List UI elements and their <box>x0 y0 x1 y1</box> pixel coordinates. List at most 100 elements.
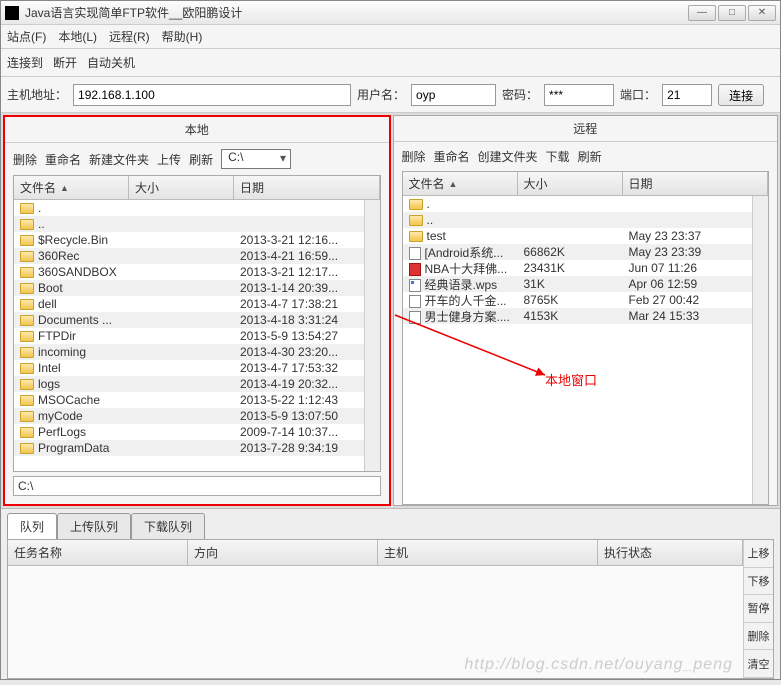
table-row[interactable]: MSOCache2013-5-22 1:12:43 <box>14 392 364 408</box>
remote-scrollbar[interactable] <box>752 196 768 504</box>
folder-icon <box>20 203 34 214</box>
connect-button[interactable]: 连接 <box>718 84 764 106</box>
local-upload[interactable]: 上传 <box>157 151 181 168</box>
table-row[interactable]: Boot2013-1-14 20:39... <box>14 280 364 296</box>
remote-col-date[interactable]: 日期 <box>623 172 769 195</box>
local-refresh[interactable]: 刷新 <box>189 151 213 168</box>
menu-site[interactable]: 站点(F) <box>7 28 46 45</box>
table-row[interactable]: ProgramData2013-7-28 9:34:19 <box>14 440 364 456</box>
menu-help[interactable]: 帮助(H) <box>162 28 203 45</box>
folder-icon <box>20 331 34 342</box>
tab-queue[interactable]: 队列 <box>7 513 57 539</box>
queue-clear[interactable]: 清空 <box>744 650 773 678</box>
annotation-label: 本地窗口 <box>545 370 597 389</box>
port-label: 端口： <box>620 86 656 103</box>
folder-icon <box>20 251 34 262</box>
remote-col-name[interactable]: 文件名▲ <box>403 172 518 195</box>
queue-col-host[interactable]: 主机 <box>378 540 598 565</box>
table-row[interactable]: myCode2013-5-9 13:07:50 <box>14 408 364 424</box>
pass-input[interactable] <box>544 84 614 106</box>
menu-remote[interactable]: 远程(R) <box>109 28 150 45</box>
edit-autopoweroff[interactable]: 自动关机 <box>87 54 135 71</box>
local-rows[interactable]: ...$Recycle.Bin2013-3-21 12:16...360Rec2… <box>14 200 364 471</box>
table-row[interactable]: $Recycle.Bin2013-3-21 12:16... <box>14 232 364 248</box>
local-panel-title: 本地 <box>5 117 389 143</box>
table-row[interactable]: 男士健身方案....4153KMar 24 15:33 <box>403 308 753 324</box>
remote-panel: 远程 删除 重命名 创建文件夹 下载 刷新 文件名▲ 大小 日期 ...test… <box>393 115 779 506</box>
table-row[interactable]: Intel2013-4-7 17:53:32 <box>14 360 364 376</box>
table-row[interactable]: incoming2013-4-30 23:20... <box>14 344 364 360</box>
minimize-button[interactable]: — <box>688 5 716 21</box>
close-button[interactable]: ✕ <box>748 5 776 21</box>
port-input[interactable] <box>662 84 712 106</box>
table-row[interactable]: PerfLogs2009-7-14 10:37... <box>14 424 364 440</box>
table-row[interactable]: 360SANDBOX2013-3-21 12:17... <box>14 264 364 280</box>
folder-icon <box>20 395 34 406</box>
remote-rename[interactable]: 重命名 <box>434 148 470 165</box>
remote-download[interactable]: 下载 <box>546 148 570 165</box>
local-rename[interactable]: 重命名 <box>45 151 81 168</box>
queue-move-down[interactable]: 下移 <box>744 568 773 596</box>
local-scrollbar[interactable] <box>364 200 380 471</box>
tab-download[interactable]: 下载队列 <box>131 513 205 539</box>
folder-icon <box>20 443 34 454</box>
file-icon <box>409 311 421 324</box>
table-row[interactable]: 开车的人千金...8765KFeb 27 00:42 <box>403 292 753 308</box>
local-col-date[interactable]: 日期 <box>234 176 380 199</box>
edit-connect[interactable]: 连接到 <box>7 54 43 71</box>
table-row[interactable]: . <box>403 196 753 212</box>
table-row[interactable]: testMay 23 23:37 <box>403 228 753 244</box>
host-input[interactable] <box>73 84 351 106</box>
table-row[interactable]: .. <box>14 216 364 232</box>
user-input[interactable] <box>411 84 496 106</box>
table-row[interactable]: NBA十大拜佛...23431KJun 07 11:26 <box>403 260 753 276</box>
local-col-size[interactable]: 大小 <box>129 176 234 199</box>
menubar: 站点(F) 本地(L) 远程(R) 帮助(H) <box>1 25 780 49</box>
table-row[interactable]: [Android系统...66862KMay 23 23:39 <box>403 244 753 260</box>
remote-col-size[interactable]: 大小 <box>518 172 623 195</box>
queue-col-status[interactable]: 执行状态 <box>598 540 743 565</box>
folder-icon <box>409 231 423 242</box>
folder-icon <box>20 283 34 294</box>
drive-combo[interactable]: C:\ <box>221 149 291 169</box>
table-row[interactable]: Documents ...2013-4-18 3:31:24 <box>14 312 364 328</box>
local-panel: 本地 删除 重命名 新建文件夹 上传 刷新 C:\ 文件名▲ 大小 日期 ...… <box>3 115 391 506</box>
queue-move-up[interactable]: 上移 <box>744 540 773 568</box>
remote-rows[interactable]: ...testMay 23 23:37[Android系统...66862KMa… <box>403 196 753 504</box>
table-row[interactable]: . <box>14 200 364 216</box>
table-row[interactable]: 经典语录.wps31KApr 06 12:59 <box>403 276 753 292</box>
local-toolbar: 删除 重命名 新建文件夹 上传 刷新 C:\ <box>5 143 389 175</box>
maximize-button[interactable]: □ <box>718 5 746 21</box>
remote-createfolder[interactable]: 创建文件夹 <box>478 148 538 165</box>
local-delete[interactable]: 删除 <box>13 151 37 168</box>
remote-delete[interactable]: 删除 <box>402 148 426 165</box>
titlebar: Java语言实现简单FTP软件__欧阳鹏设计 — □ ✕ <box>1 1 780 25</box>
queue-side-buttons: 上移 下移 暂停 删除 清空 <box>743 540 773 678</box>
queue-pause[interactable]: 暂停 <box>744 595 773 623</box>
queue-col-direction[interactable]: 方向 <box>188 540 378 565</box>
remote-toolbar: 删除 重命名 创建文件夹 下载 刷新 <box>394 142 778 171</box>
queue-delete[interactable]: 删除 <box>744 623 773 651</box>
doc-icon <box>409 279 421 292</box>
folder-icon <box>20 411 34 422</box>
folder-icon <box>409 199 423 210</box>
table-row[interactable]: .. <box>403 212 753 228</box>
folder-icon <box>20 267 34 278</box>
table-row[interactable]: 360Rec2013-4-21 16:59... <box>14 248 364 264</box>
connection-bar: 主机地址： 用户名： 密码： 端口： 连接 <box>1 77 780 113</box>
edit-disconnect[interactable]: 断开 <box>53 54 77 71</box>
table-row[interactable]: FTPDir2013-5-9 13:54:27 <box>14 328 364 344</box>
local-col-name[interactable]: 文件名▲ <box>14 176 129 199</box>
remote-refresh[interactable]: 刷新 <box>578 148 602 165</box>
watermark: http://blog.csdn.net/ouyang_peng <box>464 656 733 674</box>
local-path: C:\ <box>13 476 381 496</box>
table-row[interactable]: logs2013-4-19 20:32... <box>14 376 364 392</box>
local-newfolder[interactable]: 新建文件夹 <box>89 151 149 168</box>
file-icon <box>409 295 421 308</box>
tab-upload[interactable]: 上传队列 <box>57 513 131 539</box>
file-icon <box>409 247 421 260</box>
folder-icon <box>20 235 34 246</box>
queue-col-name[interactable]: 任务名称 <box>8 540 188 565</box>
menu-local[interactable]: 本地(L) <box>58 28 97 45</box>
table-row[interactable]: dell2013-4-7 17:38:21 <box>14 296 364 312</box>
